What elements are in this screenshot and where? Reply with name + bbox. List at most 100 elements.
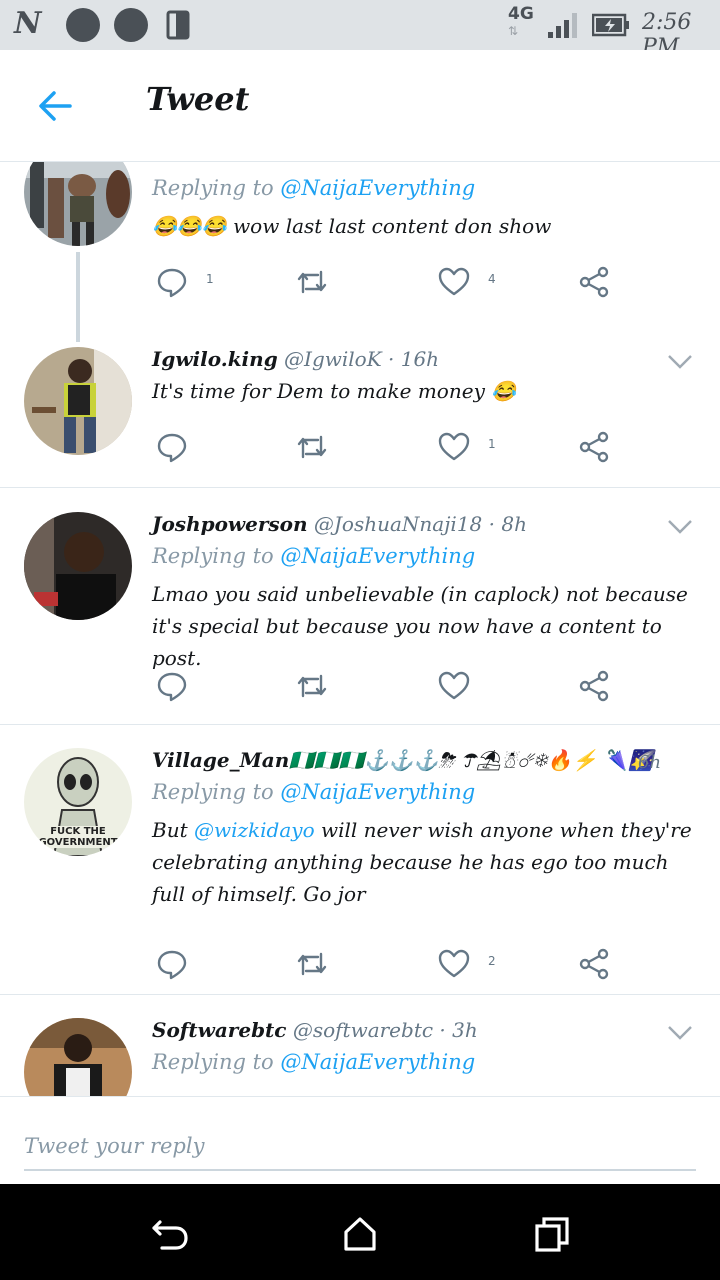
tweet-text: But @wizkidayo will never wish anyone wh…: [152, 814, 700, 910]
tweet-item[interactable]: Joshpowerson @JoshuaNnaji18 · 8h Replyin…: [0, 512, 720, 724]
replying-to-label: Replying to: [152, 1050, 274, 1074]
page-title: Tweet: [146, 80, 250, 118]
reply-handle-link[interactable]: @NaijaEverything: [280, 544, 475, 568]
retweet-button[interactable]: [296, 670, 328, 706]
tweet-text: 😂😂😂 wow last last content don show: [152, 214, 552, 238]
divider: [0, 724, 720, 725]
share-button[interactable]: [578, 670, 610, 706]
share-button[interactable]: [578, 266, 610, 302]
reply-icon: [157, 268, 187, 298]
retweet-button[interactable]: [296, 948, 328, 984]
replying-to: Replying to @NaijaEverything: [152, 176, 475, 200]
retweet-button[interactable]: [296, 431, 328, 467]
divider: [0, 994, 720, 995]
replying-to-label: Replying to: [152, 544, 274, 568]
avatar[interactable]: [24, 347, 132, 455]
display-name[interactable]: Softwarebtc: [152, 1018, 286, 1042]
tweet-item[interactable]: Softwarebtc @softwarebtc · 3h Replying t…: [0, 1018, 720, 1096]
like-button[interactable]: 4: [438, 266, 496, 302]
reply-input[interactable]: [24, 1123, 696, 1171]
tweet-item[interactable]: Igwilo.king @IgwiloK · 16h It's time for…: [0, 347, 720, 487]
replying-to: Replying to @NaijaEverything: [152, 780, 475, 804]
reply-handle-link[interactable]: @NaijaEverything: [280, 176, 475, 200]
like-button[interactable]: 2: [438, 948, 496, 984]
status-bar: N 4G ⇅ 2:56 PM: [0, 0, 720, 60]
display-name[interactable]: Joshpowerson: [152, 512, 308, 536]
heart-icon: [438, 267, 470, 296]
heart-icon: [438, 949, 470, 978]
retweet-icon: [297, 435, 327, 459]
replying-to-label: Replying to: [152, 780, 274, 804]
display-name[interactable]: Village_Man: [152, 748, 289, 772]
tweet-time: · 16h: [388, 347, 440, 371]
back-nav-icon[interactable]: [150, 1214, 190, 1254]
user-handle[interactable]: @IgwiloK: [284, 347, 382, 371]
like-count: 4: [488, 272, 496, 286]
retweet-button[interactable]: [296, 266, 328, 302]
like-count: 2: [488, 954, 496, 968]
circle-icon: [114, 8, 148, 42]
thread-line: [76, 252, 80, 342]
system-nav-bar: [0, 1184, 720, 1280]
avatar-caption: FUCK THE GOVERNMENT: [38, 826, 118, 848]
avatar[interactable]: [24, 162, 132, 246]
tweet-text: Lmao you said unbelievable (in caplock) …: [152, 582, 688, 670]
display-name[interactable]: Igwilo.king: [152, 347, 278, 371]
chevron-down-icon[interactable]: [666, 1024, 694, 1042]
share-button[interactable]: [578, 431, 610, 467]
avatar[interactable]: [24, 1018, 132, 1096]
signal-icon: [548, 13, 577, 38]
tweet-header: Softwarebtc @softwarebtc · 3h: [152, 1018, 478, 1042]
user-handle[interactable]: @softwarebtc: [293, 1018, 433, 1042]
share-button[interactable]: [578, 948, 610, 984]
tweet-item[interactable]: FUCK THE GOVERNMENT Village_Man🇳🇬🇳🇬🇳🇬⚓⚓⚓…: [0, 748, 720, 994]
battery-icon: [592, 13, 629, 37]
tweet-text: It's time for Dem to make money 😂: [152, 379, 517, 403]
heart-icon: [438, 671, 470, 700]
reply-button[interactable]: [156, 431, 188, 467]
tweet-header: Village_Man🇳🇬🇳🇬🇳🇬⚓⚓⚓⛈ ☂⛱☃☄❄🔥⚡ 🌂🌠: [152, 748, 653, 772]
mention-link[interactable]: @wizkidayo: [194, 818, 315, 842]
user-handle[interactable]: @JoshuaNnaji18: [314, 512, 482, 536]
like-button[interactable]: [438, 670, 470, 706]
divider: [0, 487, 720, 488]
chevron-down-icon[interactable]: [666, 353, 694, 371]
compose-bar: [0, 1096, 720, 1184]
reply-count: 1: [206, 272, 214, 286]
tweet-time: 6h: [638, 752, 662, 773]
tweet-header: Igwilo.king @IgwiloK · 16h: [152, 347, 439, 371]
share-icon: [579, 266, 609, 298]
reply-button[interactable]: 1: [156, 266, 214, 302]
replying-to-label: Replying to: [152, 176, 274, 200]
replying-to: Replying to @NaijaEverything: [152, 1050, 475, 1074]
data-arrows-icon: ⇅: [508, 24, 519, 38]
chevron-down-icon[interactable]: [666, 518, 694, 536]
tweet-item[interactable]: Replying to @NaijaEverything 😂😂😂 wow las…: [0, 162, 720, 347]
share-icon: [579, 948, 609, 980]
reply-handle-link[interactable]: @NaijaEverything: [280, 780, 475, 804]
app-header: Tweet: [0, 50, 720, 162]
home-nav-icon[interactable]: [340, 1214, 380, 1254]
avatar[interactable]: FUCK THE GOVERNMENT: [24, 748, 132, 856]
share-icon: [579, 431, 609, 463]
tweet-header: Joshpowerson @JoshuaNnaji18 · 8h: [152, 512, 527, 536]
like-count: 1: [488, 437, 496, 451]
avatar[interactable]: [24, 512, 132, 620]
reply-button[interactable]: [156, 948, 188, 984]
reply-icon: [157, 950, 187, 980]
reply-icon: [157, 672, 187, 702]
reply-feed: Replying to @NaijaEverything 😂😂😂 wow las…: [0, 162, 720, 1096]
reply-button[interactable]: [156, 670, 188, 706]
replying-to: Replying to @NaijaEverything: [152, 544, 475, 568]
notification-n-icon: N: [14, 6, 42, 41]
recents-nav-icon[interactable]: [532, 1214, 572, 1254]
phone-icon: [166, 10, 190, 40]
retweet-icon: [297, 674, 327, 698]
network-type: 4G: [508, 4, 534, 24]
share-icon: [579, 670, 609, 702]
back-arrow-icon[interactable]: [34, 84, 78, 128]
circle-icon: [66, 8, 100, 42]
like-button[interactable]: 1: [438, 431, 496, 467]
retweet-icon: [297, 952, 327, 976]
reply-handle-link[interactable]: @NaijaEverything: [280, 1050, 475, 1074]
